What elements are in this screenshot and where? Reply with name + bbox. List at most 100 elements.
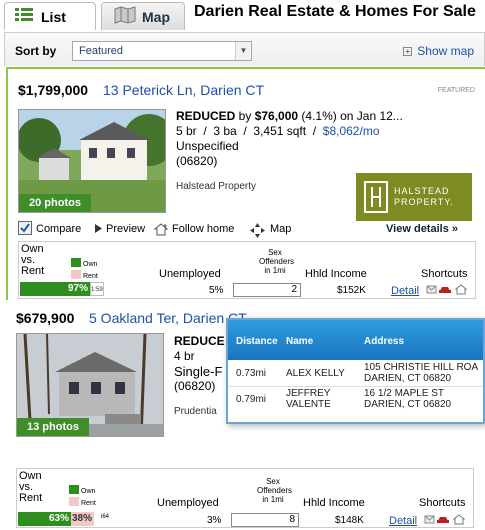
sex-off-line2: Offenders xyxy=(257,486,292,495)
listing-details: REDUCED by $76,000 (4.1%) on Jan 12... 5… xyxy=(176,109,403,169)
legend-own: Own xyxy=(83,261,98,268)
photo-count-badge[interactable]: 20 photos xyxy=(19,194,91,212)
halstead-logo-icon xyxy=(364,181,388,213)
top-bar: List Map Darien Real Estate & Homes For … xyxy=(0,0,485,32)
popup-address-line1: 105 CHRISTIE HILL ROA xyxy=(364,362,479,373)
tab-list-label: List xyxy=(41,8,66,25)
monthly-payment-link[interactable]: $8,062/mo xyxy=(323,124,380,138)
unemployed-header: Unemployed xyxy=(157,497,219,509)
listing-actions: Compare Preview Follow home Map View det… xyxy=(18,221,478,239)
popup-divider xyxy=(228,386,483,387)
map-link[interactable]: Map xyxy=(270,223,291,235)
car-icon[interactable] xyxy=(439,284,451,295)
sex-offenders-popup: Distance Name Address 0.73mi ALEX KELLY … xyxy=(226,318,485,424)
reduced-label: REDUCE xyxy=(174,334,225,348)
follow-home-link[interactable]: Follow home xyxy=(172,223,234,235)
preview-link[interactable]: Preview xyxy=(106,223,145,235)
neighborhood-stats: Own vs. Rent Own Rent 63% 38% i64 Unempl… xyxy=(16,468,474,528)
zip-code: (06820) xyxy=(176,154,218,168)
sort-label: Sort by xyxy=(15,44,57,58)
sort-bar: Sort by Featured ▼ + Show map xyxy=(4,32,485,66)
own-rent-legend: Own Rent xyxy=(71,258,98,282)
popup-distance: 0.79mi xyxy=(236,394,267,405)
listing-photo[interactable]: 20 photos xyxy=(18,109,166,213)
detail-link[interactable]: Detail xyxy=(391,285,419,297)
popup-header-name: Name xyxy=(286,336,314,347)
reduced-rest: (4.1%) on Jan 12... xyxy=(298,109,403,123)
photo-count-badge[interactable]: 13 photos xyxy=(17,418,89,436)
property-type: Single-F xyxy=(174,364,223,379)
broker-logo-text: HALSTEAD PROPERTY. xyxy=(394,186,454,208)
unemployed-value: 3% xyxy=(207,515,222,526)
listing-card: $1,799,000 13 Peterick Ln, Darien CT FEA… xyxy=(6,67,485,300)
popup-header-distance: Distance xyxy=(236,336,278,347)
broker-logo[interactable]: HALSTEAD PROPERTY. xyxy=(356,173,472,221)
own-bar: 63% xyxy=(18,512,71,526)
home-icon[interactable] xyxy=(452,514,466,525)
view-details-link[interactable]: View details » xyxy=(386,223,458,235)
mail-icon[interactable] xyxy=(424,514,435,525)
sex-offenders-header: Sex Offenders in 1mi xyxy=(257,477,292,504)
plus-icon: + xyxy=(403,47,413,56)
neighborhood-stats: Own vs. Rent Own Rent 97% 1:59 Unemploye… xyxy=(18,241,476,299)
listing-price: $679,900 xyxy=(16,310,75,326)
featured-badge: FEATURED xyxy=(437,87,475,94)
shortcuts-header: Shortcuts xyxy=(419,497,466,509)
sex-offenders-header: Sex Offenders in 1mi xyxy=(259,248,294,275)
popup-address-line2: DARIEN, CT 06820 xyxy=(364,399,452,410)
extra-label: i64 xyxy=(101,514,110,520)
show-map-link[interactable]: + Show map xyxy=(403,44,474,58)
tab-list[interactable]: List xyxy=(4,2,96,30)
own-bar: 97% xyxy=(20,282,90,296)
car-icon[interactable] xyxy=(437,514,449,525)
broker-name: Halstead Property xyxy=(176,181,257,192)
listing-details: REDUCE 4 br Single-F (06820) xyxy=(174,334,225,394)
popup-name-line2: VALENTE xyxy=(286,399,331,410)
beds-baths-line: 5 br / 3 ba / 3,451 sqft / $8,062/mo xyxy=(176,124,380,138)
reduced-label: REDUCED xyxy=(176,109,236,123)
broker-name: Prudentia xyxy=(174,406,217,417)
popup-address-line2: DARIEN, CT 06820 xyxy=(364,373,452,384)
own-vs-rent-line3: Rent xyxy=(19,492,43,504)
sex-off-line1: Sex xyxy=(268,248,282,257)
sort-select[interactable]: Featured ▼ xyxy=(72,41,252,61)
popup-name: ALEX KELLY xyxy=(286,368,345,379)
listing-price: $1,799,000 xyxy=(18,82,89,98)
list-icon xyxy=(15,7,33,26)
popup-row: 0.79mi JEFFREY VALENTE 16 1/2 MAPLE ST D… xyxy=(228,388,483,412)
sex-off-line3: in 1mi xyxy=(262,495,284,504)
sex-off-line1: Sex xyxy=(266,477,280,486)
sqft: 3,451 sqft xyxy=(253,124,307,138)
beds: 5 br xyxy=(176,124,197,138)
listing-photo[interactable]: 13 photos xyxy=(16,333,164,437)
sex-offenders-value[interactable]: 2 xyxy=(233,283,301,297)
show-map-label: Show map xyxy=(417,44,474,58)
detail-link[interactable]: Detail xyxy=(389,515,417,527)
compare-label[interactable]: Compare xyxy=(36,223,81,235)
compare-checkbox[interactable] xyxy=(18,221,32,235)
tab-map-label: Map xyxy=(142,8,170,25)
logo-text-2: PROPERTY. xyxy=(394,197,454,207)
shortcuts-header: Shortcuts xyxy=(421,268,468,280)
mail-icon[interactable] xyxy=(426,284,437,295)
home-icon[interactable] xyxy=(454,284,468,295)
logo-text-1: HALSTEAD xyxy=(394,186,450,196)
sex-off-line3: in 1mi xyxy=(264,266,286,275)
reduced-line: REDUCED by $76,000 (4.1%) on Jan 12... xyxy=(176,109,403,124)
popup-header-address: Address xyxy=(364,336,405,347)
sex-offenders-value[interactable]: 8 xyxy=(231,513,299,527)
preview-icon xyxy=(92,223,103,237)
rent-bar: 38% xyxy=(71,512,94,526)
popup-name-line1: JEFFREY xyxy=(286,388,331,399)
zip-code: (06820) xyxy=(174,379,216,393)
follow-home-icon xyxy=(153,223,169,239)
tab-map[interactable]: Map xyxy=(101,2,185,30)
income-value: $152K xyxy=(337,285,366,296)
popup-distance: 0.73mi xyxy=(236,368,267,379)
neighborhood: Unspecified xyxy=(176,139,239,153)
listing-address-link[interactable]: 5 Oakland Ter, Darien CT xyxy=(89,310,247,326)
rent-bar-label: 1:59 xyxy=(90,282,104,296)
listing-address-link[interactable]: 13 Peterick Ln, Darien CT xyxy=(103,82,264,98)
unemployed-value: 5% xyxy=(209,285,224,296)
own-vs-rent-line3: Rent xyxy=(21,265,45,277)
